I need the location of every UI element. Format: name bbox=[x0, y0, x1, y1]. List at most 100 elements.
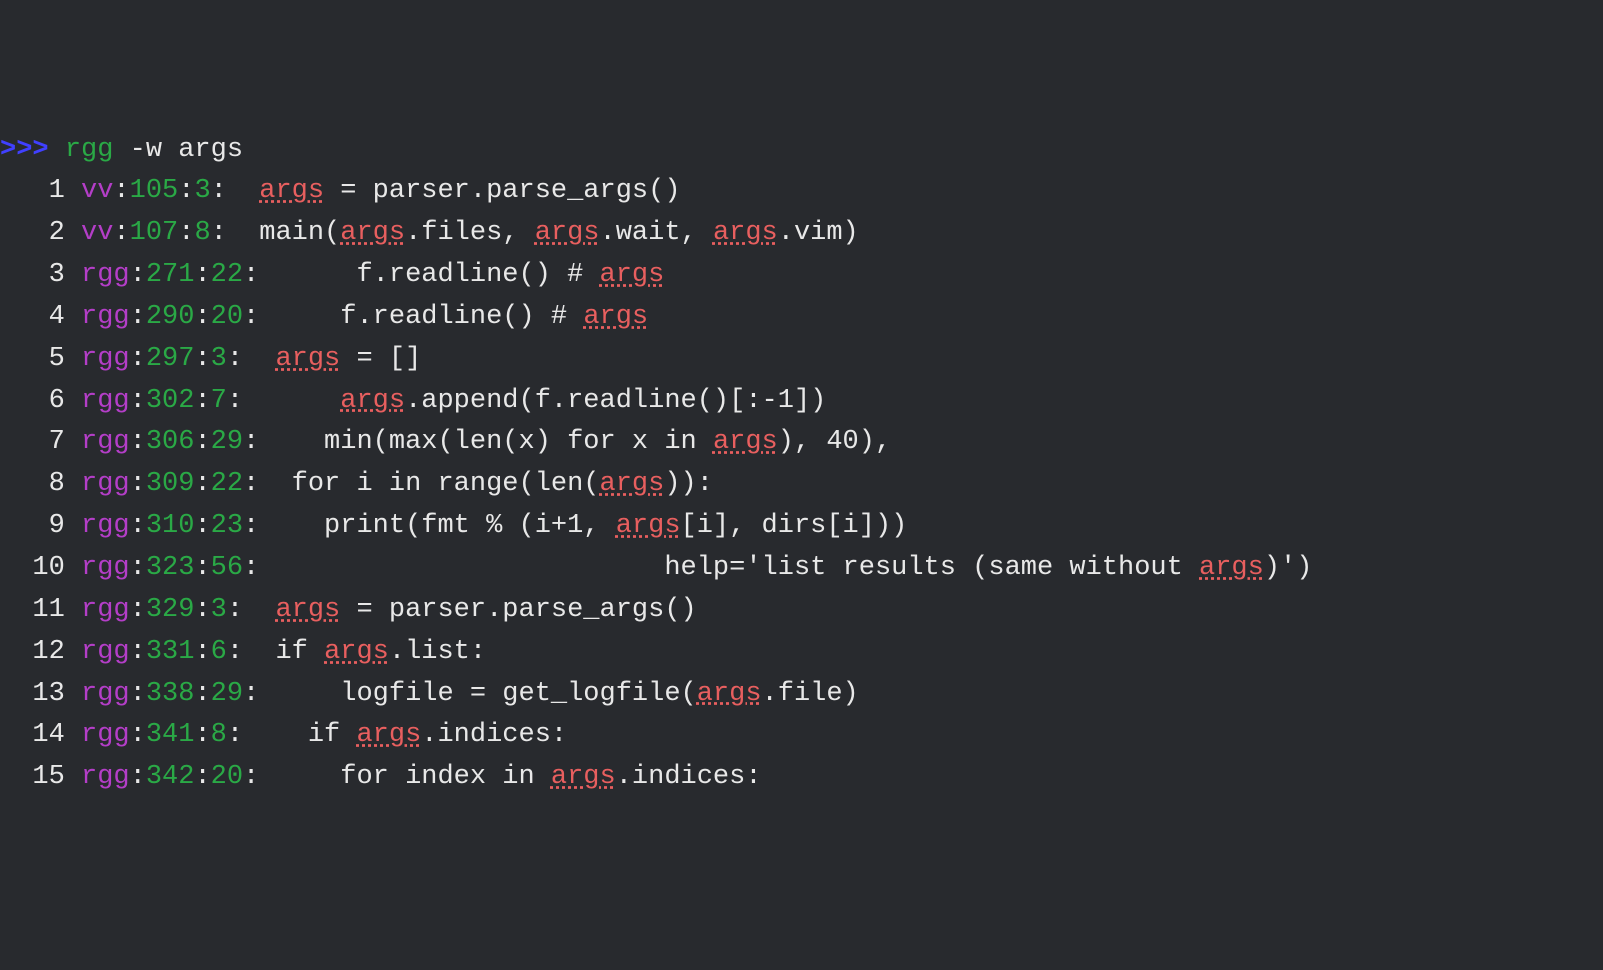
result-line: 310 bbox=[146, 511, 195, 541]
result-line: 338 bbox=[146, 679, 195, 709]
result-row[interactable]: 2 vv:107:8: main(args.files, args.wait, … bbox=[0, 213, 1603, 255]
code-text: [i], dirs[i])) bbox=[681, 511, 908, 541]
command-name: rgg bbox=[65, 135, 114, 165]
match-highlight: args bbox=[713, 218, 778, 248]
result-file: rgg bbox=[81, 344, 130, 374]
result-file: rgg bbox=[81, 427, 130, 457]
code-text bbox=[275, 386, 340, 416]
result-row[interactable]: 4 rgg:290:20: f.readline() # args bbox=[0, 297, 1603, 339]
result-row[interactable]: 10 rgg:323:56: help='list results (same … bbox=[0, 548, 1603, 590]
separator: : bbox=[130, 469, 146, 499]
result-col: 6 bbox=[211, 637, 227, 667]
separator: : bbox=[227, 720, 259, 750]
result-index: 14 bbox=[0, 720, 81, 750]
result-file: rgg bbox=[81, 637, 130, 667]
result-row[interactable]: 14 rgg:341:8: if args.indices: bbox=[0, 715, 1603, 757]
code-text: if bbox=[275, 637, 324, 667]
result-file: rgg bbox=[81, 679, 130, 709]
result-index: 5 bbox=[0, 344, 81, 374]
result-index: 10 bbox=[0, 553, 81, 583]
separator: : bbox=[194, 679, 210, 709]
result-row[interactable]: 12 rgg:331:6: if args.list: bbox=[0, 632, 1603, 674]
result-col: 7 bbox=[211, 386, 227, 416]
result-row[interactable]: 3 rgg:271:22: f.readline() # args bbox=[0, 255, 1603, 297]
code-indent bbox=[259, 595, 275, 625]
separator: : bbox=[194, 762, 210, 792]
separator: : bbox=[130, 302, 146, 332]
result-line: 271 bbox=[146, 260, 195, 290]
code-text: = parser.parse_args() bbox=[340, 595, 696, 625]
separator: : bbox=[194, 511, 210, 541]
code-text: for index in bbox=[275, 762, 550, 792]
result-index: 8 bbox=[0, 469, 81, 499]
separator: : bbox=[194, 427, 210, 457]
result-row[interactable]: 11 rgg:329:3: args = parser.parse_args() bbox=[0, 590, 1603, 632]
match-highlight: args bbox=[697, 679, 762, 709]
separator: : bbox=[227, 637, 259, 667]
code-text: .files, bbox=[405, 218, 535, 248]
separator: : bbox=[227, 344, 259, 374]
result-index: 4 bbox=[0, 302, 81, 332]
separator: : bbox=[113, 176, 129, 206]
match-highlight: args bbox=[535, 218, 600, 248]
match-highlight: args bbox=[275, 344, 340, 374]
code-indent bbox=[259, 637, 275, 667]
result-file: vv bbox=[81, 176, 113, 206]
code-text: .file) bbox=[762, 679, 859, 709]
result-col: 23 bbox=[211, 511, 243, 541]
code-text: .list: bbox=[389, 637, 486, 667]
separator: : bbox=[243, 260, 275, 290]
separator: : bbox=[211, 218, 243, 248]
code-text: help='list results (same without bbox=[275, 553, 1199, 583]
result-col: 3 bbox=[211, 344, 227, 374]
code-text: if bbox=[275, 720, 356, 750]
result-file: rgg bbox=[81, 720, 130, 750]
separator: : bbox=[194, 469, 210, 499]
separator: : bbox=[130, 595, 146, 625]
separator: : bbox=[130, 553, 146, 583]
result-line: 341 bbox=[146, 720, 195, 750]
result-col: 20 bbox=[211, 762, 243, 792]
result-line: 290 bbox=[146, 302, 195, 332]
match-highlight: args bbox=[600, 260, 665, 290]
terminal-output[interactable]: >>> rgg -w args 1 vv:105:3: args = parse… bbox=[0, 130, 1603, 800]
result-file: rgg bbox=[81, 302, 130, 332]
code-text: .indices: bbox=[421, 720, 567, 750]
match-highlight: args bbox=[259, 176, 324, 206]
result-row[interactable]: 13 rgg:338:29: logfile = get_logfile(arg… bbox=[0, 674, 1603, 716]
result-row[interactable]: 7 rgg:306:29: min(max(len(x) for x in ar… bbox=[0, 422, 1603, 464]
result-col: 20 bbox=[211, 302, 243, 332]
separator: : bbox=[130, 762, 146, 792]
result-row[interactable]: 15 rgg:342:20: for index in args.indices… bbox=[0, 757, 1603, 799]
result-index: 3 bbox=[0, 260, 81, 290]
code-text: )') bbox=[1264, 553, 1313, 583]
result-row[interactable]: 1 vv:105:3: args = parser.parse_args() bbox=[0, 171, 1603, 213]
separator: : bbox=[130, 679, 146, 709]
result-row[interactable]: 9 rgg:310:23: print(fmt % (i+1, args[i],… bbox=[0, 506, 1603, 548]
result-row[interactable]: 5 rgg:297:3: args = [] bbox=[0, 339, 1603, 381]
separator: : bbox=[243, 427, 275, 457]
code-text: for i in range(len( bbox=[275, 469, 599, 499]
separator: : bbox=[113, 218, 129, 248]
result-index: 6 bbox=[0, 386, 81, 416]
separator: : bbox=[130, 511, 146, 541]
result-index: 2 bbox=[0, 218, 81, 248]
result-row[interactable]: 6 rgg:302:7: args.append(f.readline()[:-… bbox=[0, 381, 1603, 423]
result-col: 22 bbox=[211, 260, 243, 290]
prompt-line[interactable]: >>> rgg -w args bbox=[0, 130, 1603, 172]
result-col: 29 bbox=[211, 679, 243, 709]
separator: : bbox=[243, 469, 275, 499]
result-file: rgg bbox=[81, 386, 130, 416]
result-file: rgg bbox=[81, 553, 130, 583]
match-highlight: args bbox=[1199, 553, 1264, 583]
separator: : bbox=[130, 386, 146, 416]
code-text: .vim) bbox=[778, 218, 859, 248]
separator: : bbox=[194, 344, 210, 374]
result-row[interactable]: 8 rgg:309:22: for i in range(len(args)): bbox=[0, 464, 1603, 506]
match-highlight: args bbox=[616, 511, 681, 541]
result-line: 331 bbox=[146, 637, 195, 667]
code-text: f.readline() # bbox=[275, 302, 583, 332]
separator: : bbox=[194, 720, 210, 750]
code-text: .wait, bbox=[600, 218, 713, 248]
result-col: 8 bbox=[194, 218, 210, 248]
